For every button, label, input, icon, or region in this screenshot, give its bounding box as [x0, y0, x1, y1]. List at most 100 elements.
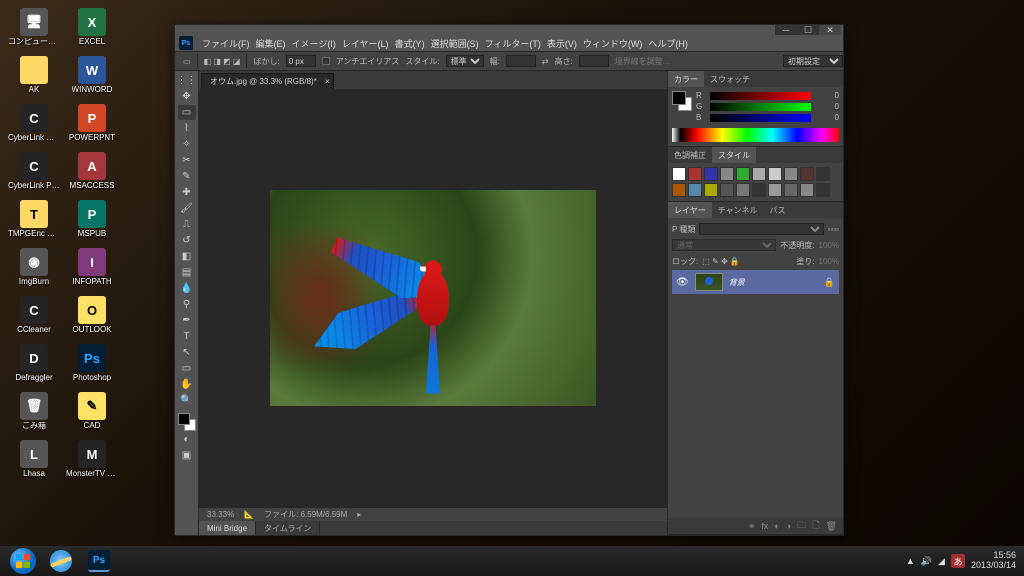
zoom-tool-icon[interactable]: 🔍	[178, 393, 196, 408]
fill-value[interactable]: 100%	[819, 257, 839, 266]
menu-s[interactable]: 選択範囲(S)	[428, 37, 482, 50]
desktop-icon-lhasa[interactable]: LLhasa	[8, 440, 60, 482]
style-swatch[interactable]	[768, 183, 782, 197]
close-button[interactable]: ✕	[819, 25, 841, 35]
styles-tab[interactable]: スタイル	[712, 147, 756, 163]
style-swatch[interactable]	[736, 167, 750, 181]
desktop-icon-mspub[interactable]: PMSPUB	[66, 200, 118, 242]
heal-tool-icon[interactable]: ✚	[178, 185, 196, 200]
document-tab[interactable]: オウム.jpg @ 33.3% (RGB/8)* ×	[201, 73, 334, 89]
wand-tool-icon[interactable]: ✧	[178, 137, 196, 152]
menu-y[interactable]: 書式(Y)	[392, 37, 428, 50]
desktop-icon-outlook[interactable]: OOUTLOOK	[66, 296, 118, 338]
color-swatch[interactable]	[178, 413, 196, 431]
crop-tool-icon[interactable]: ✂	[178, 153, 196, 168]
desktop-icon-monstertvhd[interactable]: MMonsterTV HD	[66, 440, 118, 482]
style-swatch[interactable]	[784, 183, 798, 197]
style-swatch[interactable]	[752, 167, 766, 181]
color-tab[interactable]: カラー	[668, 71, 704, 87]
style-swatch[interactable]	[704, 183, 718, 197]
adjustments-tab[interactable]: 色調補正	[668, 147, 712, 163]
link-layers-icon[interactable]: ⚭	[748, 521, 756, 532]
network-icon[interactable]: ◢	[938, 556, 945, 567]
minimize-button[interactable]: ─	[775, 25, 797, 35]
shape-tool-icon[interactable]: ▭	[178, 361, 196, 376]
style-swatch[interactable]	[816, 183, 830, 197]
opacity-value[interactable]: 100%	[819, 241, 839, 250]
desktop-icon-[interactable]: 🖥コンピューター	[8, 8, 60, 50]
desktop-icon-cyberlinkphotodirect[interactable]: CCyberLink PhotoDirect...	[8, 152, 60, 194]
lasso-tool-icon[interactable]: ⌇	[178, 121, 196, 136]
desktop-icon-tmpgencdvdauthor20[interactable]: TTMPGEnc DVD Author 2.0	[8, 200, 60, 242]
delete-layer-icon[interactable]: 🗑	[826, 521, 837, 532]
menu-t[interactable]: フィルター(T)	[482, 37, 544, 50]
lock-icons[interactable]: ⬚ ✎ ✥ 🔒	[702, 257, 740, 266]
volume-icon[interactable]: 🔊	[921, 556, 932, 567]
feather-input[interactable]	[286, 55, 316, 67]
desktop-icon-defraggler[interactable]: DDefraggler	[8, 344, 60, 386]
new-layer-icon[interactable]: 🗋	[812, 518, 819, 534]
color-preview[interactable]	[672, 91, 692, 111]
r-slider[interactable]	[710, 92, 811, 100]
g-slider[interactable]	[710, 103, 811, 111]
desktop-icon-imgburn[interactable]: ◉ImgBurn	[8, 248, 60, 290]
internet-explorer-icon[interactable]	[42, 547, 80, 575]
style-swatch[interactable]	[800, 183, 814, 197]
menu-h[interactable]: ヘルプ(H)	[645, 37, 691, 50]
style-swatch[interactable]	[672, 167, 686, 181]
move-tool-icon[interactable]: ✥	[178, 89, 196, 104]
menu-l[interactable]: レイヤー(L)	[339, 37, 392, 50]
eraser-tool-icon[interactable]: ◧	[178, 249, 196, 264]
blur-tool-icon[interactable]: 💧	[178, 281, 196, 296]
screenmode-icon[interactable]: ▣	[178, 448, 196, 463]
mini-bridge-tab[interactable]: Mini Bridge	[199, 521, 256, 535]
desktop-icon-ak[interactable]: AK	[8, 56, 60, 98]
style-swatch[interactable]	[688, 167, 702, 181]
paths-tab[interactable]: パス	[764, 202, 792, 218]
desktop-icon-[interactable]: 🗑ごみ箱	[8, 392, 60, 434]
hand-tool-icon[interactable]: ✋	[178, 377, 196, 392]
desktop-icon-photoshop[interactable]: PsPhotoshop	[66, 344, 118, 386]
taskbar-photoshop-icon[interactable]: Ps	[80, 547, 118, 575]
document-canvas[interactable]	[270, 190, 596, 406]
menu-f[interactable]: ファイル(F)	[199, 37, 253, 50]
quickmask-icon[interactable]: ◐	[178, 432, 196, 447]
zoom-level[interactable]: 33.33%	[207, 510, 234, 519]
blend-mode-select[interactable]: 通常	[672, 239, 776, 251]
clock[interactable]: 15:56 2013/03/14	[971, 551, 1016, 571]
layer-mask-icon[interactable]: ◐	[774, 521, 779, 531]
layer-group-icon[interactable]: 🗀	[797, 518, 806, 534]
close-tab-icon[interactable]: ×	[325, 77, 330, 86]
desktop-icon-cyberlinkmediaespres[interactable]: CCyberLink MediaEspres...	[8, 104, 60, 146]
channels-tab[interactable]: チャンネル	[712, 202, 764, 218]
path-tool-icon[interactable]: ↖	[178, 345, 196, 360]
style-select[interactable]: 標準	[446, 55, 484, 67]
style-swatch[interactable]	[800, 167, 814, 181]
menu-v[interactable]: 表示(V)	[544, 37, 580, 50]
menu-w[interactable]: ウィンドウ(W)	[580, 37, 646, 50]
layer-item-background[interactable]: 👁 背景 🔒	[672, 270, 839, 294]
desktop-icon-excel[interactable]: XEXCEL	[66, 8, 118, 50]
menu-i[interactable]: イメージ(I)	[289, 37, 339, 50]
layer-thumbnail[interactable]	[695, 273, 723, 291]
style-swatch[interactable]	[672, 183, 686, 197]
style-swatch[interactable]	[816, 167, 830, 181]
style-swatch[interactable]	[784, 167, 798, 181]
ime-indicator[interactable]: あ	[951, 554, 965, 568]
type-tool-icon[interactable]: T	[178, 329, 196, 344]
timeline-tab[interactable]: タイムライン	[256, 521, 320, 535]
desktop-icon-cad[interactable]: ✎CAD	[66, 392, 118, 434]
layers-tab[interactable]: レイヤー	[668, 202, 712, 218]
history-brush-icon[interactable]: ↺	[178, 233, 196, 248]
b-slider[interactable]	[710, 114, 811, 122]
style-swatch[interactable]	[768, 167, 782, 181]
spectrum-bar[interactable]	[672, 128, 839, 142]
canvas-area[interactable]	[199, 89, 667, 507]
eyedropper-tool-icon[interactable]: ✎	[178, 169, 196, 184]
desktop-icon-winword[interactable]: WWINWORD	[66, 56, 118, 98]
handle-icon[interactable]: ⋮⋮	[178, 73, 196, 88]
marquee-tool-icon[interactable]: ▭	[178, 105, 196, 120]
adjustment-layer-icon[interactable]: ◑	[786, 521, 791, 531]
style-swatch[interactable]	[720, 167, 734, 181]
style-swatch[interactable]	[704, 167, 718, 181]
